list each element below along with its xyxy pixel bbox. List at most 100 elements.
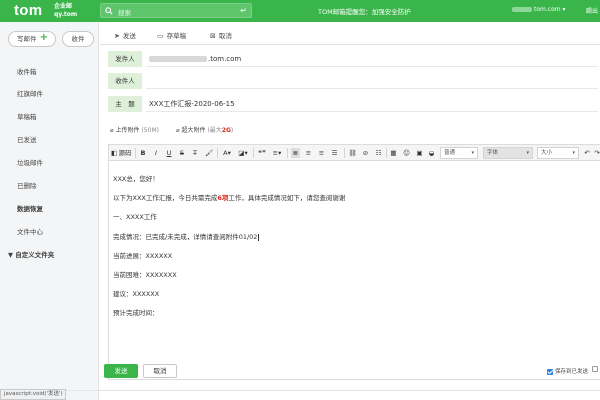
font-select-value: 字体: [487, 150, 499, 156]
align-right-button[interactable]: ≡: [317, 148, 326, 158]
body-completion-text: 完成情况：已完成/未完成，详情请查阅附件01/02: [113, 233, 258, 241]
source-button[interactable]: 源码: [118, 148, 132, 158]
compose-toolbar: ➤ 发送 ▭ 存草稿 ⊠ 取消: [100, 22, 600, 45]
bulleted-list-icon[interactable]: ☷: [374, 148, 383, 158]
quote-icon[interactable]: ❝❞: [257, 148, 267, 158]
upload-attachment-label: 上传附件: [115, 127, 140, 134]
sidebar-item-sent[interactable]: 已发送: [17, 134, 37, 144]
sidebar-item-custom-folders[interactable]: ▼ 自定义文件夹: [8, 249, 54, 259]
receive-button[interactable]: 收件: [62, 31, 94, 47]
editor-body[interactable]: XXX总，您好！ 以下为XXX工作汇报，今日共需完成6项工作，具体完成情况如下，…: [109, 161, 600, 381]
undo-icon[interactable]: ↶: [583, 148, 591, 158]
strikethrough-button[interactable]: S: [178, 148, 186, 158]
large-attachment-limit-prefix: (最大: [207, 127, 222, 134]
toolbar-save-draft-label: 存草稿: [166, 32, 187, 40]
body-suggestion: 建议：XXXXXX: [113, 290, 160, 298]
toolbar-send-button[interactable]: ➤ 发送: [114, 30, 136, 40]
highlight-color-button[interactable]: ◪▾: [237, 148, 249, 158]
underline-button[interactable]: U: [165, 148, 173, 158]
justify-button[interactable]: ☰: [330, 148, 339, 158]
format-select[interactable]: 普通 ▾: [440, 147, 478, 159]
sidebar-item-inbox[interactable]: 收件箱: [17, 66, 37, 76]
plus-icon: +: [39, 32, 48, 43]
to-field[interactable]: [146, 73, 598, 89]
compose-button[interactable]: 写邮件 +: [8, 31, 56, 47]
subject-field[interactable]: XXX工作汇报-2020-06-15: [146, 96, 598, 112]
clear-format-icon[interactable]: T̶: [191, 148, 199, 158]
to-row: 收件人: [108, 73, 600, 89]
rich-text-editor: ◧ 源码 B I U S T̶ 🖌 A▾ ◪▾ ❝❞ ≡▾ ≣ ≡ ≡ ☰ ⛓ …: [108, 144, 600, 380]
status-bar-tooltip: javascript:void('发送'): [0, 389, 66, 400]
body-progress: 当前进展：XXXXXX: [113, 252, 173, 260]
upload-attachment-button[interactable]: ⌀ 上传附件 (50M): [110, 125, 159, 134]
emoji-icon[interactable]: ☺: [402, 148, 411, 158]
bold-button[interactable]: B: [139, 148, 147, 158]
sidebar-item-drafts[interactable]: 草稿箱: [17, 111, 37, 121]
format-select-value: 普通: [444, 150, 456, 156]
attachment-row: ⌀ 上传附件 (50M) ⌀ 超大附件 (最大2G): [110, 123, 590, 135]
large-attachment-limit-value: 2G: [221, 127, 231, 134]
font-color-button[interactable]: A▾: [221, 148, 233, 158]
chevron-down-icon: ▾: [572, 150, 575, 156]
logo-sub-line-1: 企业邮: [54, 3, 73, 10]
user-domain: tom.com: [534, 6, 561, 13]
sidebar-item-spam[interactable]: 垃圾邮件: [17, 157, 43, 167]
toolbar-divider: [386, 148, 387, 158]
save-to-sent-label: 保存到已发送: [555, 369, 589, 375]
body-greeting: XXX总，您好！: [113, 175, 159, 183]
logo[interactable]: tom: [14, 2, 42, 19]
user-account[interactable]: tom.com ▾: [512, 6, 566, 13]
logout-link[interactable]: 踢出: [586, 6, 598, 15]
format-painter-icon[interactable]: 🖌: [205, 148, 213, 158]
body-intro-post: 工作，具体完成情况如下，请您查阅谢谢: [228, 194, 346, 202]
sidebar-item-flagged[interactable]: 红旗邮件: [17, 88, 43, 98]
secondary-checkbox[interactable]: [592, 366, 598, 372]
editor-toolbar: ◧ 源码 B I U S T̶ 🖌 A▾ ◪▾ ❝❞ ≡▾ ≣ ≡ ≡ ☰ ⛓ …: [109, 145, 600, 161]
body-expected-time: 预计完成时间：: [113, 309, 159, 317]
toolbar-divider: [253, 148, 254, 158]
cancel-button[interactable]: 取消: [143, 364, 177, 378]
redo-icon[interactable]: ↷: [593, 148, 600, 158]
table-icon[interactable]: ▦: [389, 148, 398, 158]
enter-icon[interactable]: ↵: [240, 6, 247, 15]
toolbar-send-label: 发送: [122, 32, 136, 40]
large-attachment-label: 超大附件: [181, 127, 206, 134]
sidebar: 写邮件 + 收件 收件箱 红旗邮件 草稿箱 已发送 垃圾邮件 已删除 数据恢复 …: [0, 22, 99, 400]
subject-label: 主 题: [108, 96, 142, 112]
sidebar-item-deleted[interactable]: 已删除: [17, 180, 37, 190]
font-family-select[interactable]: 字体 ▾: [483, 147, 533, 159]
toolbar-divider: [344, 148, 345, 158]
toolbar-cancel-button[interactable]: ⊠ 取消: [210, 30, 232, 40]
font-size-select[interactable]: 大小 ▾: [537, 147, 579, 159]
send-icon: ➤: [114, 32, 120, 40]
line-spacing-button[interactable]: ≡▾: [271, 148, 283, 158]
chevron-down-icon: ▾: [471, 150, 474, 156]
top-bar: tom 企业邮 qy.tom 搜索 ↵ TOM邮箱提醒您：加强安全防护 tom.…: [0, 0, 600, 22]
from-label: 发件人: [108, 51, 142, 67]
to-label: 收件人: [108, 73, 142, 89]
screenshot-icon[interactable]: ◒: [427, 148, 436, 158]
subject-row: 主 题 XXX工作汇报-2020-06-15: [108, 96, 600, 112]
draft-icon: ▭: [157, 32, 164, 40]
italic-button[interactable]: I: [152, 148, 160, 158]
toolbar-save-draft-button[interactable]: ▭ 存草稿: [157, 30, 186, 40]
link-icon[interactable]: ⛓: [348, 148, 357, 158]
search-box[interactable]: 搜索 ↵: [100, 3, 252, 18]
body-completion: 完成情况：已完成/未完成，详情请查阅附件01/02: [113, 231, 260, 241]
send-button[interactable]: 发送: [104, 364, 138, 378]
checkbox-checked-icon: [547, 368, 553, 375]
align-center-button[interactable]: ≡: [304, 148, 313, 158]
search-icon: [105, 7, 113, 17]
toolbar-divider: [217, 148, 218, 158]
from-value: .tom.com: [208, 55, 242, 63]
align-left-button[interactable]: ≣: [291, 148, 300, 158]
sidebar-item-file-center[interactable]: 文件中心: [17, 226, 43, 236]
security-notice[interactable]: TOM邮箱提醒您：加强安全防护: [318, 6, 411, 16]
unlink-icon[interactable]: ⊘: [361, 148, 370, 158]
save-to-sent-checkbox[interactable]: 保存到已发送: [547, 367, 588, 375]
image-icon[interactable]: ▣: [415, 148, 424, 158]
large-attachment-button[interactable]: ⌀ 超大附件 (最大2G): [176, 125, 233, 134]
sidebar-item-data-recovery[interactable]: 数据恢复: [17, 203, 43, 213]
from-field[interactable]: .tom.com: [146, 51, 598, 67]
logo-sub-line-2: qy.tom: [54, 11, 78, 18]
